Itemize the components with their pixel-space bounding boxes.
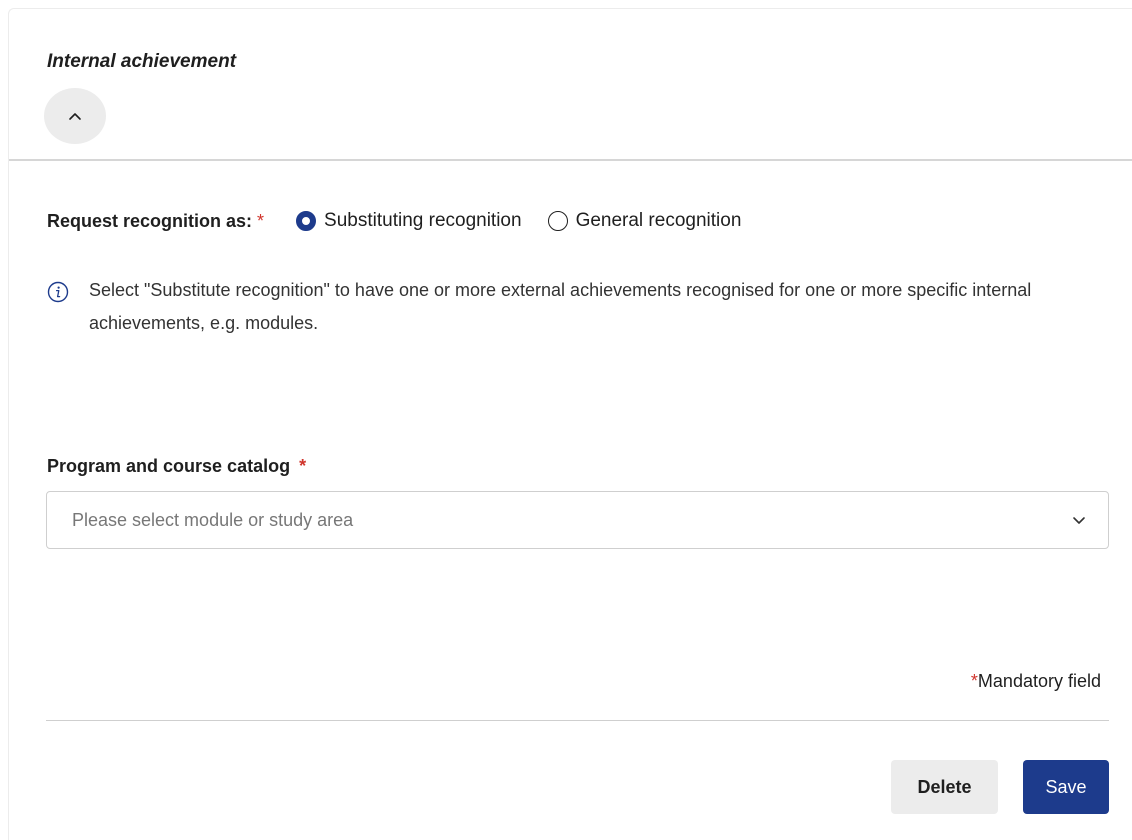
recognition-type-group: Request recognition as: * Substituting r… — [47, 208, 741, 234]
mandatory-field-note: *Mandatory field — [971, 671, 1101, 692]
radio-button-checked[interactable] — [296, 211, 317, 231]
catalog-field-label: Program and course catalog * — [47, 456, 306, 477]
mandatory-star: * — [970, 671, 978, 691]
chevron-up-icon — [69, 113, 81, 120]
info-hint: Select "Substitute recognition" to have … — [47, 279, 1087, 340]
info-icon — [47, 281, 69, 303]
radio-label-general: General recognition — [575, 210, 742, 231]
radio-general-recognition[interactable]: General recognition — [547, 210, 742, 232]
collapse-section-button[interactable] — [44, 88, 106, 144]
required-marker: * — [299, 456, 307, 476]
catalog-select-placeholder: Please select module or study area — [72, 509, 354, 530]
chevron-down-icon — [1073, 517, 1085, 524]
catalog-label-text: Program and course catalog — [47, 456, 291, 476]
mandatory-text: Mandatory field — [977, 671, 1101, 691]
info-text: Select "Substitute recognition" to have … — [89, 280, 1032, 333]
catalog-select[interactable]: Please select module or study area — [46, 491, 1109, 549]
header-divider — [9, 159, 1132, 161]
radio-label-substituting: Substituting recognition — [324, 210, 522, 231]
radio-button-unchecked[interactable] — [547, 211, 568, 231]
footer-divider — [46, 720, 1109, 721]
required-marker: * — [257, 210, 265, 231]
save-button[interactable]: Save — [1023, 760, 1109, 814]
delete-button[interactable]: Delete — [891, 760, 998, 814]
section-title: Internal achievement — [47, 51, 237, 72]
internal-achievement-card: Internal achievement Request recognition… — [8, 8, 1132, 840]
recognition-type-label: Request recognition as: — [47, 210, 253, 231]
radio-substituting-recognition[interactable]: Substituting recognition — [296, 210, 522, 232]
